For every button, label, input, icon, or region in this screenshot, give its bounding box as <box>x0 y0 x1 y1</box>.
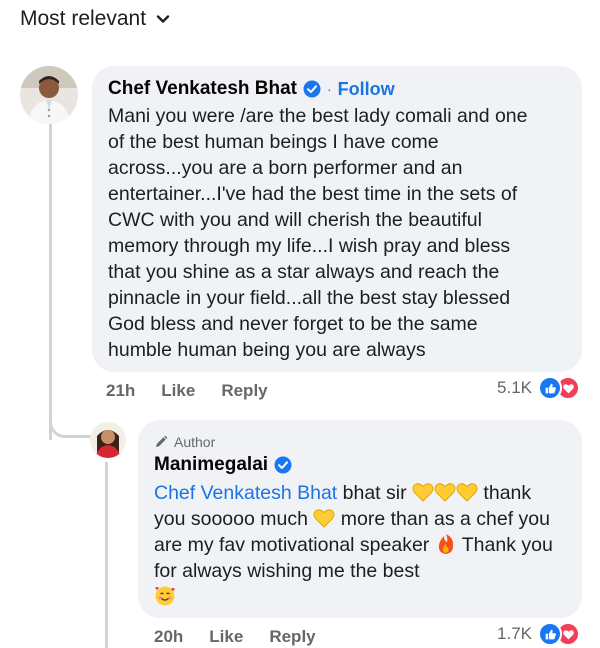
chevron-down-icon <box>156 15 170 23</box>
reply-avatar[interactable] <box>90 422 126 458</box>
reply-bubble: Author Manimegalai Chef Venkatesh Bhat b… <box>138 420 582 618</box>
reply-text-part-1: bhat sir <box>337 482 413 504</box>
reply-author-name[interactable]: Manimegalai <box>154 454 268 476</box>
fire-emoji <box>435 533 457 555</box>
yellow-heart-emoji <box>434 481 456 503</box>
author-badge-label: Author <box>174 434 216 450</box>
like-icon <box>538 622 562 646</box>
mention-link[interactable]: Chef Venkatesh Bhat <box>154 482 337 504</box>
like-button[interactable]: Like <box>161 381 195 401</box>
reply-button[interactable]: Reply <box>269 627 315 647</box>
thread-connector <box>49 405 91 438</box>
reply-actions: 20h Like Reply <box>154 624 342 648</box>
thread-line <box>49 124 52 440</box>
reply-reaction-summary[interactable]: 1.7K <box>497 622 580 646</box>
verified-badge-icon <box>303 80 321 98</box>
like-button[interactable]: Like <box>209 627 243 647</box>
reaction-summary[interactable]: 5.1K <box>497 376 580 400</box>
yellow-heart-emoji <box>412 481 434 503</box>
comment-text: Mani you were /are the best lady comali … <box>108 105 528 361</box>
reaction-count: 1.7K <box>497 624 532 643</box>
pencil-icon <box>156 435 168 447</box>
smiling-face-with-hearts-emoji <box>154 585 176 607</box>
separator-dot: · <box>327 81 332 97</box>
reply-button[interactable]: Reply <box>221 381 267 401</box>
like-icon <box>538 376 562 400</box>
sort-dropdown[interactable]: Most relevant <box>20 4 170 34</box>
reaction-count: 5.1K <box>497 378 532 397</box>
comment-header: Chef Venkatesh Bhat · Follow <box>108 76 566 102</box>
yellow-heart-emoji <box>313 507 335 529</box>
reply-text: Chef Venkatesh Bhat bhat sir thank you s… <box>154 480 566 610</box>
comment-timestamp[interactable]: 21h <box>106 381 135 401</box>
follow-button[interactable]: Follow <box>338 79 395 100</box>
author-badge: Author <box>154 432 566 452</box>
reply-timestamp[interactable]: 20h <box>154 627 183 647</box>
comment-author-name[interactable]: Chef Venkatesh Bhat <box>108 78 297 100</box>
comment-bubble: Chef Venkatesh Bhat · Follow Mani you we… <box>92 66 582 372</box>
yellow-heart-emoji <box>456 481 478 503</box>
reply-header: Manimegalai <box>154 452 566 478</box>
reply-thread-line <box>105 462 108 648</box>
comment-actions: 21h Like Reply <box>106 378 294 404</box>
sort-label: Most relevant <box>20 7 147 30</box>
avatar[interactable] <box>20 66 78 124</box>
verified-badge-icon <box>274 456 292 474</box>
